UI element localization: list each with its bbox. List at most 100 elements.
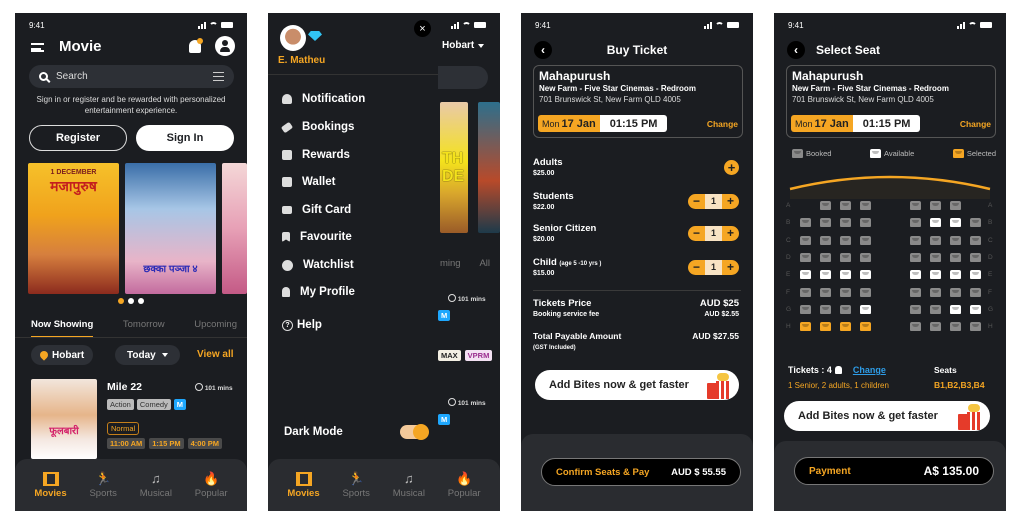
- change-tickets-link[interactable]: Change: [853, 365, 886, 375]
- chevron-down-icon: [478, 43, 485, 48]
- showtime-button[interactable]: 4:00 PM: [187, 438, 222, 449]
- payment-button[interactable]: Payment A$ 135.00: [794, 457, 994, 485]
- menu-item-my-profile[interactable]: My Profile: [282, 286, 355, 298]
- seat-booked: [950, 322, 961, 332]
- seat-booked: [820, 201, 831, 210]
- close-drawer-button[interactable]: ×: [414, 20, 431, 37]
- seat-available[interactable]: [820, 270, 831, 280]
- seat-selected[interactable]: [840, 322, 851, 332]
- seat-available[interactable]: [970, 304, 981, 314]
- menu-icon[interactable]: [31, 43, 44, 52]
- date-time-selector[interactable]: Mon 17 Jan 01:15 PM: [538, 115, 668, 132]
- add-bites-button[interactable]: Add Bites now & get faster: [535, 370, 739, 400]
- search-input[interactable]: Search: [29, 65, 234, 88]
- tab-now-showing[interactable]: Now Showing: [31, 319, 94, 338]
- movie-poster[interactable]: छक्का पञ्जा ४: [125, 163, 216, 294]
- confirm-pay-button[interactable]: Confirm Seats & Pay AUD $ 55.55: [541, 458, 741, 486]
- menu-item-watchlist[interactable]: Watchlist: [282, 259, 354, 271]
- movie-poster[interactable]: 1 DECEMBER मजापुरुष: [28, 163, 119, 294]
- quantity-stepper[interactable]: −1 +: [688, 259, 739, 275]
- menu-item-help[interactable]: ? Help: [282, 319, 322, 331]
- dark-mode-toggle[interactable]: [400, 424, 429, 440]
- seat-selected[interactable]: [800, 322, 811, 332]
- menu-item-rewards[interactable]: Rewards: [282, 149, 350, 161]
- seat-available[interactable]: [860, 304, 871, 314]
- location-selector[interactable]: Hobart: [31, 345, 94, 365]
- seat-booked: [930, 252, 941, 262]
- minus-button[interactable]: −: [688, 226, 705, 241]
- sign-in-button[interactable]: Sign In: [136, 125, 234, 151]
- nav-movies[interactable]: Movies: [287, 471, 320, 499]
- seat-available[interactable]: [950, 304, 961, 314]
- plus-button[interactable]: +: [722, 194, 739, 209]
- menu-item-bookings[interactable]: Bookings: [280, 121, 354, 133]
- seat-available[interactable]: [800, 270, 811, 280]
- quantity-stepper[interactable]: −1 +: [688, 193, 739, 209]
- seat-legend: Booked Available Selected: [792, 149, 996, 158]
- screen-curve: [789, 175, 991, 199]
- carousel-dot[interactable]: [138, 298, 144, 304]
- seat-booked: [860, 235, 871, 245]
- nav-sports[interactable]: 🏃 Sports: [342, 471, 369, 499]
- date-filter-dropdown[interactable]: Today: [115, 345, 180, 365]
- rating-badge: M: [438, 414, 451, 425]
- movie-thumbnail[interactable]: फूलबारी: [31, 379, 97, 459]
- movie-title[interactable]: Mile 22: [107, 381, 142, 393]
- carousel-dot[interactable]: [118, 298, 124, 304]
- ticket-row-senior: Senior Citizen $20.00−1 +: [533, 223, 739, 243]
- status-bar: 9:41: [29, 19, 233, 31]
- nav-popular[interactable]: 🔥 Popular: [195, 471, 228, 499]
- select-seat-screen: 9:41 ‹ Select Seat Mahapurush New Farm -…: [774, 13, 1006, 511]
- seat-available[interactable]: [950, 270, 961, 280]
- plus-button[interactable]: +: [722, 226, 739, 241]
- nav-musical[interactable]: ♫ Musical: [393, 471, 425, 499]
- view-all-link[interactable]: View all: [197, 349, 234, 360]
- notification-icon[interactable]: [189, 38, 203, 53]
- row-label: E: [786, 271, 791, 279]
- showtime-button[interactable]: 11:00 AM: [107, 438, 146, 449]
- change-showtime-link[interactable]: Change: [960, 119, 991, 129]
- back-button[interactable]: ‹: [787, 41, 805, 59]
- seat-available[interactable]: [860, 270, 871, 280]
- filter-icon[interactable]: [213, 72, 224, 81]
- movie-poster[interactable]: [222, 163, 247, 294]
- menu-item-notification[interactable]: Notification: [282, 93, 365, 105]
- seat-selected[interactable]: [860, 322, 871, 332]
- user-name: E. Matheu: [278, 55, 326, 66]
- add-bites-button[interactable]: Add Bites now & get faster: [784, 401, 990, 431]
- menu-item-gift-card[interactable]: Gift Card: [282, 204, 351, 216]
- seat-available[interactable]: [930, 270, 941, 280]
- menu-item-wallet[interactable]: Wallet: [282, 176, 335, 188]
- tab-tomorrow[interactable]: Tomorrow: [123, 319, 165, 338]
- seat-booked: [840, 218, 851, 228]
- nav-movies[interactable]: Movies: [34, 471, 67, 499]
- wifi-icon: [715, 21, 724, 29]
- seat-available[interactable]: [930, 218, 941, 228]
- showtime-button[interactable]: 1:15 PM: [149, 438, 184, 449]
- date-time-selector[interactable]: Mon 17 Jan 01:15 PM: [791, 115, 921, 132]
- profile-avatar-icon[interactable]: [215, 36, 235, 56]
- seat-available[interactable]: [840, 270, 851, 280]
- seat-available[interactable]: [970, 270, 981, 280]
- minus-button[interactable]: −: [688, 194, 705, 209]
- nav-sports[interactable]: 🏃 Sports: [89, 471, 116, 499]
- add-button[interactable]: +: [724, 159, 739, 175]
- quantity-stepper[interactable]: −1 +: [688, 225, 739, 241]
- tab-upcoming[interactable]: Upcoming: [194, 319, 237, 338]
- seat-selected[interactable]: [820, 322, 831, 332]
- menu-item-favourite[interactable]: Favourite: [282, 231, 352, 243]
- register-button[interactable]: Register: [29, 125, 127, 151]
- battery-icon: [221, 22, 233, 28]
- change-showtime-link[interactable]: Change: [707, 119, 738, 129]
- user-avatar[interactable]: [280, 25, 306, 51]
- nav-popular[interactable]: 🔥 Popular: [448, 471, 481, 499]
- minus-button[interactable]: −: [688, 260, 705, 275]
- nav-musical[interactable]: ♫ Musical: [140, 471, 172, 499]
- carousel-dot[interactable]: [128, 298, 134, 304]
- row-label: E: [988, 271, 993, 279]
- seat-available[interactable]: [910, 270, 921, 280]
- plus-button[interactable]: +: [722, 260, 739, 275]
- seat-available[interactable]: [950, 218, 961, 228]
- seat-booked: [950, 287, 961, 297]
- seat-booked: [910, 218, 921, 228]
